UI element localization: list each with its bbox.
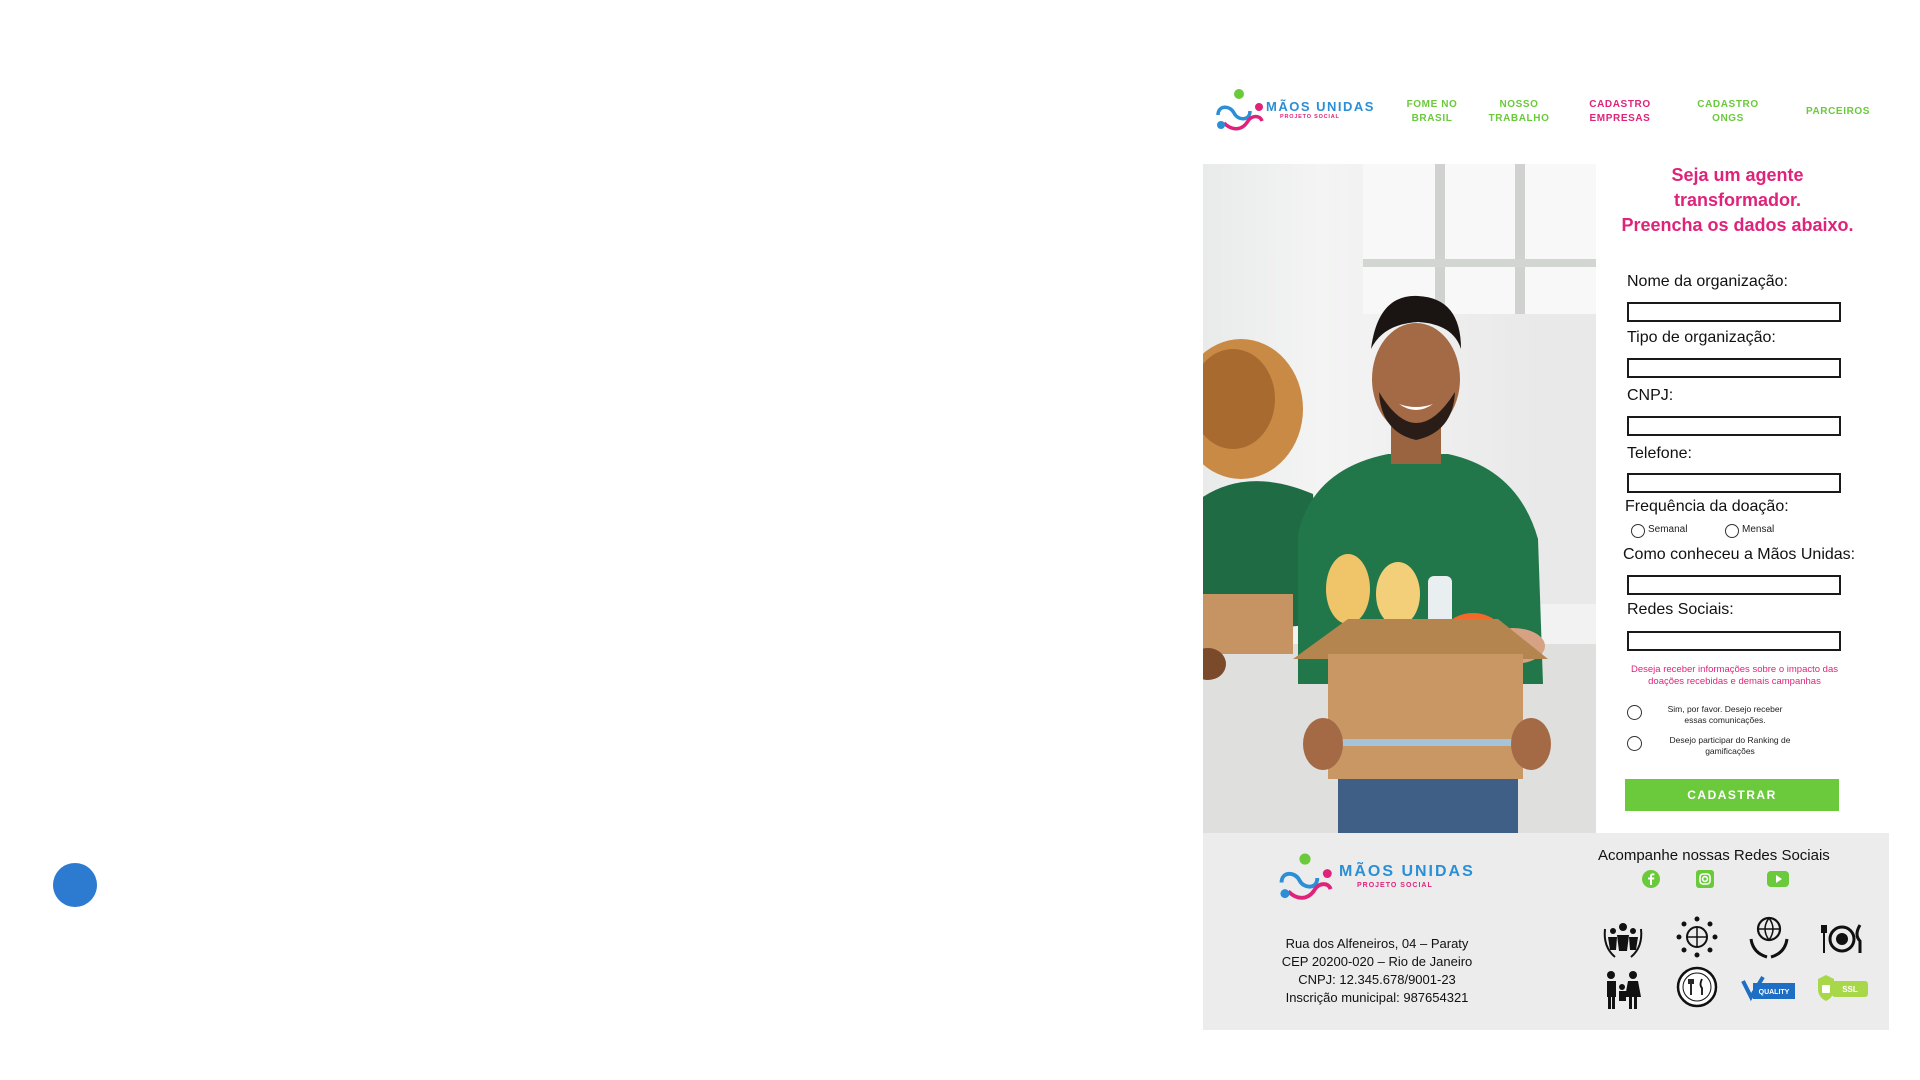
consent-communications-checkbox[interactable] (1627, 705, 1642, 720)
nav-fome-no-brasil[interactable]: FOME NO BRASIL (1397, 98, 1467, 126)
org-type-field[interactable] (1627, 358, 1841, 378)
logo-tagline: PROJETO SOCIAL (1280, 114, 1340, 120)
ssl-badge: SSL (1818, 975, 1868, 1001)
social-title: Acompanhe nossas Redes Sociais (1598, 847, 1830, 864)
footer-logo-tagline: PROJETO SOCIAL (1357, 882, 1433, 889)
nav-label-line2: EMPRESAS (1589, 113, 1651, 124)
form-title-line3: Preencha os dados abaixo. (1621, 215, 1854, 235)
footer-logo[interactable]: MÃOS UNIDAS PROJETO SOCIAL (1271, 849, 1477, 907)
consent-communications-label: Sim, por favor. Desejo receber essas com… (1645, 704, 1805, 726)
instagram-icon[interactable] (1695, 869, 1715, 889)
org-name-label: Nome da organização: (1627, 273, 1788, 290)
header-logo[interactable]: MÃOS UNIDAS PROJETO SOCIAL (1212, 85, 1376, 137)
logo-wordmark: MÃOS UNIDAS (1266, 99, 1375, 114)
cnpj-label: CNPJ: (1627, 387, 1674, 404)
nav-parceiros[interactable]: PARCEIROS (1798, 105, 1878, 119)
how-heard-label: Como conheceu a Mãos Unidas: (1623, 546, 1856, 563)
org-name-field[interactable] (1627, 302, 1841, 322)
nav-label-line2: BRASIL (1411, 113, 1453, 124)
form-title: Seja um agente transformador. Preencha o… (1600, 163, 1875, 238)
nav-cadastro-ongs[interactable]: CADASTRO ONGS (1688, 98, 1768, 126)
frequency-semanal-label: Semanal (1648, 524, 1688, 535)
community-badge (1603, 923, 1643, 958)
hero-volunteer-photo (1203, 164, 1596, 833)
nav-label-line1: PARCEIROS (1805, 106, 1871, 117)
social-field[interactable] (1627, 631, 1841, 651)
nav-label-line2: TRABALHO (1488, 113, 1550, 124)
how-heard-field[interactable] (1627, 575, 1841, 595)
nav-label-line1: FOME NO (1406, 99, 1458, 110)
frequency-mensal-radio[interactable] (1725, 524, 1739, 538)
floating-action-dot[interactable] (53, 863, 97, 907)
ranking-line1: Desejo participar do Ranking de (1669, 735, 1791, 745)
consent-question: Deseja receber informações sobre o impac… (1631, 664, 1838, 687)
nav-nosso-trabalho[interactable]: NOSSO TRABALHO (1479, 98, 1559, 126)
family-badge (1607, 971, 1641, 1009)
address-cnpj: CNPJ: 12.345.678/9001-23 (1298, 972, 1456, 987)
ranking-checkbox[interactable] (1627, 736, 1642, 751)
footer-address: Rua dos Alfeneiros, 04 – Paraty CEP 2020… (1263, 935, 1491, 1007)
globe-hands-badge (1749, 916, 1789, 959)
phone-label: Telefone: (1627, 445, 1692, 462)
cnpj-field[interactable] (1627, 416, 1841, 436)
nav-cadastro-empresas[interactable]: CADASTRO EMPRESAS (1580, 98, 1660, 126)
org-type-label: Tipo de organização: (1627, 329, 1776, 346)
consent-communications-line1: Sim, por favor. Desejo receber (1667, 704, 1783, 714)
quality-badge: QUALITY (1741, 975, 1795, 1002)
facebook-icon[interactable] (1641, 869, 1661, 889)
quality-badge-text: QUALITY (1759, 989, 1790, 996)
ranking-line2: gamificações (1705, 746, 1755, 756)
nav-label-line1: CADASTRO (1589, 99, 1651, 110)
nav-label-line2: ONGS (1712, 113, 1744, 124)
footer: MÃOS UNIDAS PROJETO SOCIAL Rua dos Alfen… (1203, 833, 1889, 1030)
nav-label-line1: CADASTRO (1697, 99, 1759, 110)
address-street: Rua dos Alfeneiros, 04 – Paraty (1285, 936, 1469, 951)
form-title-line1: Seja um agente (1671, 165, 1804, 185)
food-seal-badge (1676, 966, 1718, 1008)
frequency-semanal-radio[interactable] (1631, 524, 1645, 538)
global-network-badge (1676, 916, 1718, 958)
volunteer-illustration (1203, 164, 1596, 833)
nav-label-line1: NOSSO (1499, 99, 1539, 110)
footer-logo-hands-icon (1279, 853, 1333, 900)
frequency-mensal-label: Mensal (1742, 524, 1775, 535)
youtube-icon[interactable] (1766, 869, 1790, 889)
address-municipal: Inscrição municipal: 987654321 (1285, 990, 1469, 1005)
consent-communications-line2: essas comunicações. (1684, 715, 1766, 725)
ranking-label: Desejo participar do Ranking de gamifica… (1650, 735, 1810, 757)
cadastrar-button[interactable]: CADASTRAR (1625, 779, 1839, 811)
ssl-badge-text: SSL (1842, 985, 1858, 994)
footer-logo-wordmark: MÃOS UNIDAS (1339, 863, 1475, 880)
address-cep: CEP 20200-020 – Rio de Janeiro (1281, 954, 1473, 969)
food-plate-badge (1821, 924, 1862, 953)
frequency-label: Frequência da doação: (1625, 498, 1789, 515)
social-label: Redes Sociais: (1627, 601, 1734, 618)
phone-field[interactable] (1627, 473, 1841, 493)
form-title-line2: transformador. (1673, 190, 1802, 210)
logo-hands-icon (1216, 89, 1264, 131)
